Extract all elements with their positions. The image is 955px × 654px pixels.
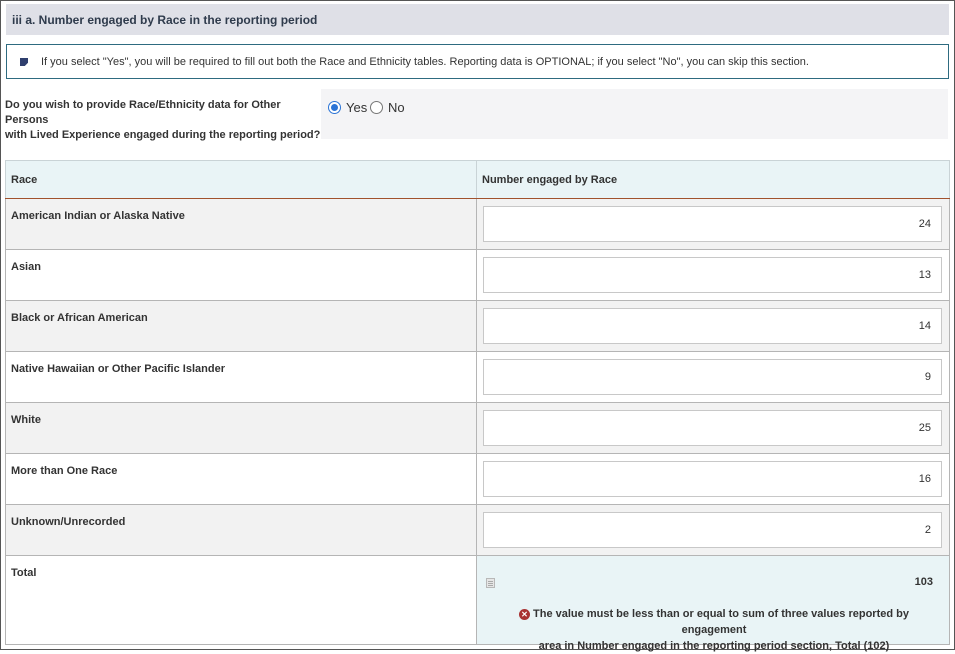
table-row: More than One Race [5, 453, 950, 505]
race-ethnicity-question: Do you wish to provide Race/Ethnicity da… [5, 98, 323, 143]
asian-count-input[interactable] [483, 257, 942, 293]
american-indian-count-input[interactable] [483, 206, 942, 242]
race-label: More than One Race [5, 453, 477, 505]
unknown-count-input[interactable] [483, 512, 942, 548]
total-cell: 103 ✕ The value must be less than or equa… [476, 555, 950, 652]
note-icon [20, 58, 28, 66]
error-text-line-1: The value must be less than or equal to … [533, 608, 909, 636]
page-frame: iii a. Number engaged by Race in the rep… [0, 0, 955, 652]
total-label: Total [5, 555, 477, 645]
error-x-icon: ✕ [519, 609, 531, 620]
race-label: Black or African American [5, 300, 477, 352]
radio-no-indicator[interactable] [370, 101, 383, 114]
table-row: Black or African American [5, 300, 950, 352]
black-count-input[interactable] [483, 308, 942, 344]
race-label: Unknown/Unrecorded [5, 504, 477, 556]
table-row: American Indian or Alaska Native [5, 198, 950, 250]
radio-no-label[interactable]: No [388, 100, 405, 115]
validation-error: ✕ The value must be less than or equal to… [489, 606, 939, 654]
error-text-line-2: area in Number engaged in the reporting … [538, 640, 890, 652]
white-count-input[interactable] [483, 410, 942, 446]
race-label: American Indian or Alaska Native [5, 198, 477, 250]
radio-no[interactable]: No [370, 100, 405, 115]
radio-yes-label[interactable]: Yes [346, 100, 367, 115]
race-table: Race Number engaged by Race American Ind… [5, 160, 950, 652]
column-header-number: Number engaged by Race [476, 160, 950, 199]
question-line-2: with Lived Experience engaged during the… [5, 129, 321, 141]
table-row: Unknown/Unrecorded [5, 504, 950, 556]
pacific-islander-count-input[interactable] [483, 359, 942, 395]
radio-yes-indicator[interactable] [328, 101, 341, 114]
radio-yes[interactable]: Yes [328, 100, 367, 115]
race-label: Asian [5, 249, 477, 301]
race-label: Native Hawaiian or Other Pacific Islande… [5, 351, 477, 403]
info-notice: If you select "Yes", you will be require… [6, 44, 949, 79]
total-value: 103 [914, 576, 933, 588]
info-text: If you select "Yes", you will be require… [41, 56, 809, 68]
question-line-1: Do you wish to provide Race/Ethnicity da… [5, 99, 281, 126]
table-row: Native Hawaiian or Other Pacific Islande… [5, 351, 950, 403]
column-header-race: Race [5, 160, 477, 199]
total-row: Total 103 ✕ The value must be less than o… [5, 555, 950, 652]
calculator-icon [486, 578, 495, 588]
table-row: Asian [5, 249, 950, 301]
multiple-race-count-input[interactable] [483, 461, 942, 497]
radio-group: Yes No [321, 89, 948, 139]
race-label: White [5, 402, 477, 454]
section-title: iii a. Number engaged by Race in the rep… [6, 4, 949, 35]
table-row: White [5, 402, 950, 454]
